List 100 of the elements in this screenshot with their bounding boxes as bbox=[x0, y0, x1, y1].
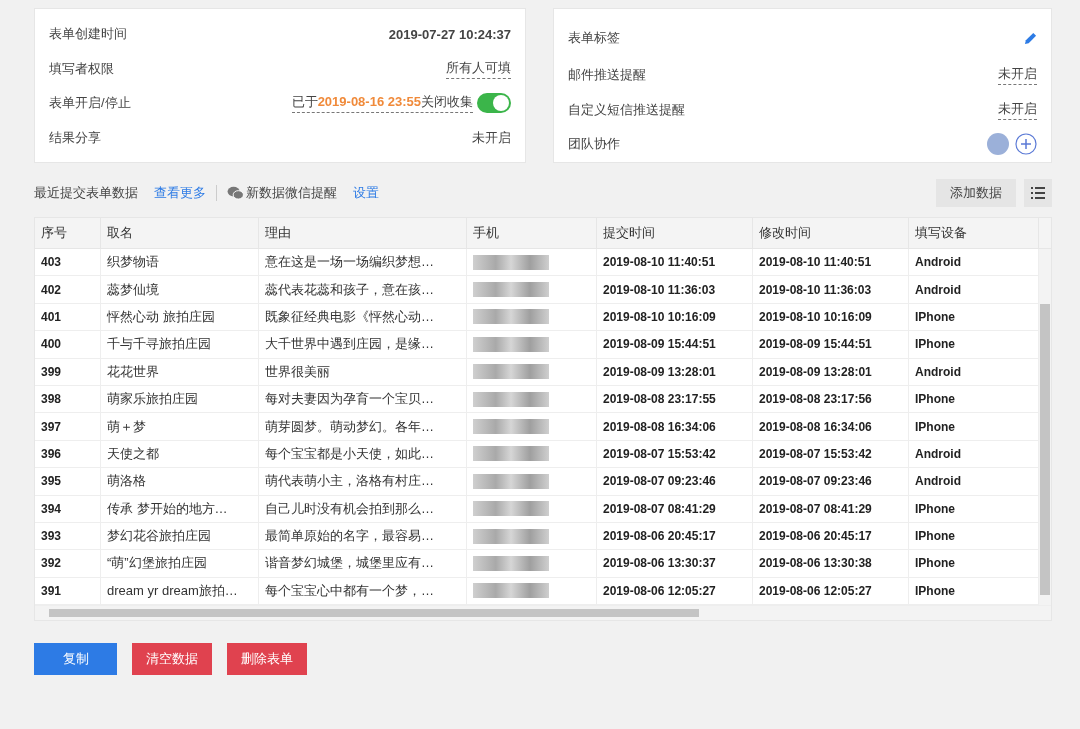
list-view-button[interactable] bbox=[1024, 179, 1052, 207]
table-cell: 最简单原始的名字，最容易… bbox=[259, 522, 467, 550]
column-header: 取名 bbox=[101, 218, 259, 248]
setting-label: 填写者权限 bbox=[49, 59, 114, 78]
table-cell: 千与千寻旅拍庄园 bbox=[101, 331, 259, 358]
table-cell: 2019-08-10 11:36:03 bbox=[753, 276, 909, 303]
table-cell: 大千世界中遇到庄园，是缘… bbox=[259, 331, 467, 358]
table-cell: 393 bbox=[35, 522, 101, 550]
table-cell: 2019-08-06 20:45:17 bbox=[753, 522, 909, 550]
table-cell: 403 bbox=[35, 249, 101, 276]
table-cell: 2019-08-07 08:41:29 bbox=[753, 495, 909, 522]
list-icon bbox=[1031, 187, 1045, 199]
table-cell: 萌家乐旅拍庄园 bbox=[101, 385, 259, 413]
setting-label: 表单创建时间 bbox=[49, 25, 127, 44]
table-cell: 萌代表萌小主，洛格有村庄… bbox=[259, 468, 467, 495]
table-cell: 每对夫妻因为孕育一个宝贝… bbox=[259, 385, 467, 413]
column-header: 序号 bbox=[35, 218, 101, 248]
table-cell: 既象征经典电影《怦然心动… bbox=[259, 303, 467, 331]
add-data-button[interactable]: 添加数据 bbox=[936, 179, 1016, 207]
setting-label: 自定义短信推送提醒 bbox=[568, 100, 685, 119]
table-cell: 2019-08-09 15:44:51 bbox=[753, 331, 909, 358]
setting-label: 表单标签 bbox=[568, 29, 620, 47]
table-cell: 萌＋梦 bbox=[101, 413, 259, 440]
table-cell: 自己儿时没有机会拍到那么… bbox=[259, 495, 467, 522]
table-cell: 2019-08-07 09:23:46 bbox=[753, 468, 909, 495]
table-cell: 织梦物语 bbox=[101, 249, 259, 276]
settings-link[interactable]: 设置 bbox=[353, 184, 379, 202]
setting-link[interactable]: 所有人可填 bbox=[446, 58, 511, 79]
setting-label: 表单开启/停止 bbox=[49, 94, 131, 113]
table-cell: 398 bbox=[35, 385, 101, 413]
horizontal-scrollbar[interactable] bbox=[35, 605, 1051, 621]
view-more-link[interactable]: 查看更多 bbox=[154, 184, 206, 202]
table-cell: 391 bbox=[35, 577, 101, 605]
column-header: 手机 bbox=[467, 218, 597, 248]
table-cell: 传承 梦开始的地方… bbox=[101, 495, 259, 522]
table-cell: 2019-08-09 15:44:51 bbox=[597, 331, 753, 358]
table-cell: 2019-08-10 11:40:51 bbox=[597, 249, 753, 276]
table-cell: 2019-08-09 13:28:01 bbox=[753, 358, 909, 385]
action-button[interactable]: 删除表单 bbox=[227, 643, 307, 676]
setting-value: 2019-07-27 10:24:37 bbox=[388, 26, 511, 42]
table-cell: 2019-08-08 23:17:55 bbox=[597, 385, 753, 413]
table-cell: 2019-08-06 13:30:38 bbox=[753, 550, 909, 577]
table-cell: 萌洛格 bbox=[101, 468, 259, 495]
table-cell: 天使之都 bbox=[101, 440, 259, 468]
setting-link[interactable]: 未开启 bbox=[998, 65, 1037, 86]
table-cell: 世界很美丽 bbox=[259, 358, 467, 385]
table-cell: “萌”幻堡旅拍庄园 bbox=[101, 550, 259, 577]
column-header: 理由 bbox=[259, 218, 467, 248]
table-cell: 意在这是一场一场编织梦想… bbox=[259, 249, 467, 276]
setting-value: 未开启 bbox=[472, 128, 511, 147]
action-button[interactable]: 复制 bbox=[34, 643, 117, 676]
table-cell: 392 bbox=[35, 550, 101, 577]
table-cell: 2019-08-07 15:53:42 bbox=[753, 440, 909, 468]
table-cell: 每个宝宝心中都有一个梦，… bbox=[259, 577, 467, 605]
table-cell: 每个宝宝都是小天使，如此… bbox=[259, 440, 467, 468]
toggle-switch[interactable] bbox=[477, 93, 511, 114]
pencil-icon[interactable] bbox=[1024, 31, 1037, 45]
table-cell: 2019-08-10 11:36:03 bbox=[597, 276, 753, 303]
setting-label: 邮件推送提醒 bbox=[568, 66, 646, 85]
table-cell: 2019-08-06 20:45:17 bbox=[597, 522, 753, 550]
table-cell: 谐音梦幻城堡，城堡里应有… bbox=[259, 550, 467, 577]
table-cell: 2019-08-08 23:17:56 bbox=[753, 385, 909, 413]
table-cell: 2019-08-06 12:05:27 bbox=[597, 577, 753, 605]
table-cell: 2019-08-06 12:05:27 bbox=[753, 577, 909, 605]
table-cell: 397 bbox=[35, 413, 101, 440]
column-header: 修改时间 bbox=[753, 218, 909, 248]
table-cell: 2019-08-06 13:30:37 bbox=[597, 550, 753, 577]
table-cell: 蕊代表花蕊和孩子，意在孩… bbox=[259, 276, 467, 303]
avatar-circle[interactable] bbox=[987, 133, 1009, 156]
status-link[interactable]: 已于2019-08-16 23:55关闭收集 bbox=[291, 93, 473, 114]
table-cell: 2019-08-07 08:41:29 bbox=[597, 495, 753, 522]
table-cell: 2019-08-07 09:23:46 bbox=[597, 468, 753, 495]
table-cell: 2019-08-10 10:16:09 bbox=[753, 303, 909, 331]
table-cell: 蕊梦仙境 bbox=[101, 276, 259, 303]
table-cell: 2019-08-10 10:16:09 bbox=[597, 303, 753, 331]
vertical-scrollbar[interactable] bbox=[1039, 249, 1051, 606]
setting-label: 结果分享 bbox=[49, 128, 101, 147]
table-cell: 2019-08-08 16:34:06 bbox=[597, 413, 753, 440]
add-member-icon[interactable] bbox=[1015, 133, 1037, 156]
table-cell: 怦然心动 旅拍庄园 bbox=[101, 303, 259, 331]
table-cell: 394 bbox=[35, 495, 101, 522]
table-cell: 萌芽圆梦。萌动梦幻。各年… bbox=[259, 413, 467, 440]
setting-link[interactable]: 未开启 bbox=[998, 99, 1037, 120]
table-cell: 2019-08-09 13:28:01 bbox=[597, 358, 753, 385]
column-header: 填写设备 bbox=[909, 218, 1039, 248]
table-cell: 400 bbox=[35, 331, 101, 358]
action-button[interactable]: 清空数据 bbox=[132, 643, 212, 676]
table-cell: 395 bbox=[35, 468, 101, 495]
table-cell: 399 bbox=[35, 358, 101, 385]
table-cell: 2019-08-07 15:53:42 bbox=[597, 440, 753, 468]
table-cell: dream yr dream旅拍… bbox=[101, 577, 259, 605]
setting-label: 团队协作 bbox=[568, 135, 620, 154]
section-title: 最近提交表单数据 bbox=[34, 184, 138, 202]
table-cell: 2019-08-08 16:34:06 bbox=[753, 413, 909, 440]
chat-bubbles-icon bbox=[227, 186, 244, 200]
table-cell: 401 bbox=[35, 303, 101, 331]
table-cell: 402 bbox=[35, 276, 101, 303]
table-cell: 2019-08-10 11:40:51 bbox=[753, 249, 909, 276]
wechat-reminder-label: 新数据微信提醒 bbox=[246, 184, 337, 202]
column-header: 提交时间 bbox=[597, 218, 753, 248]
